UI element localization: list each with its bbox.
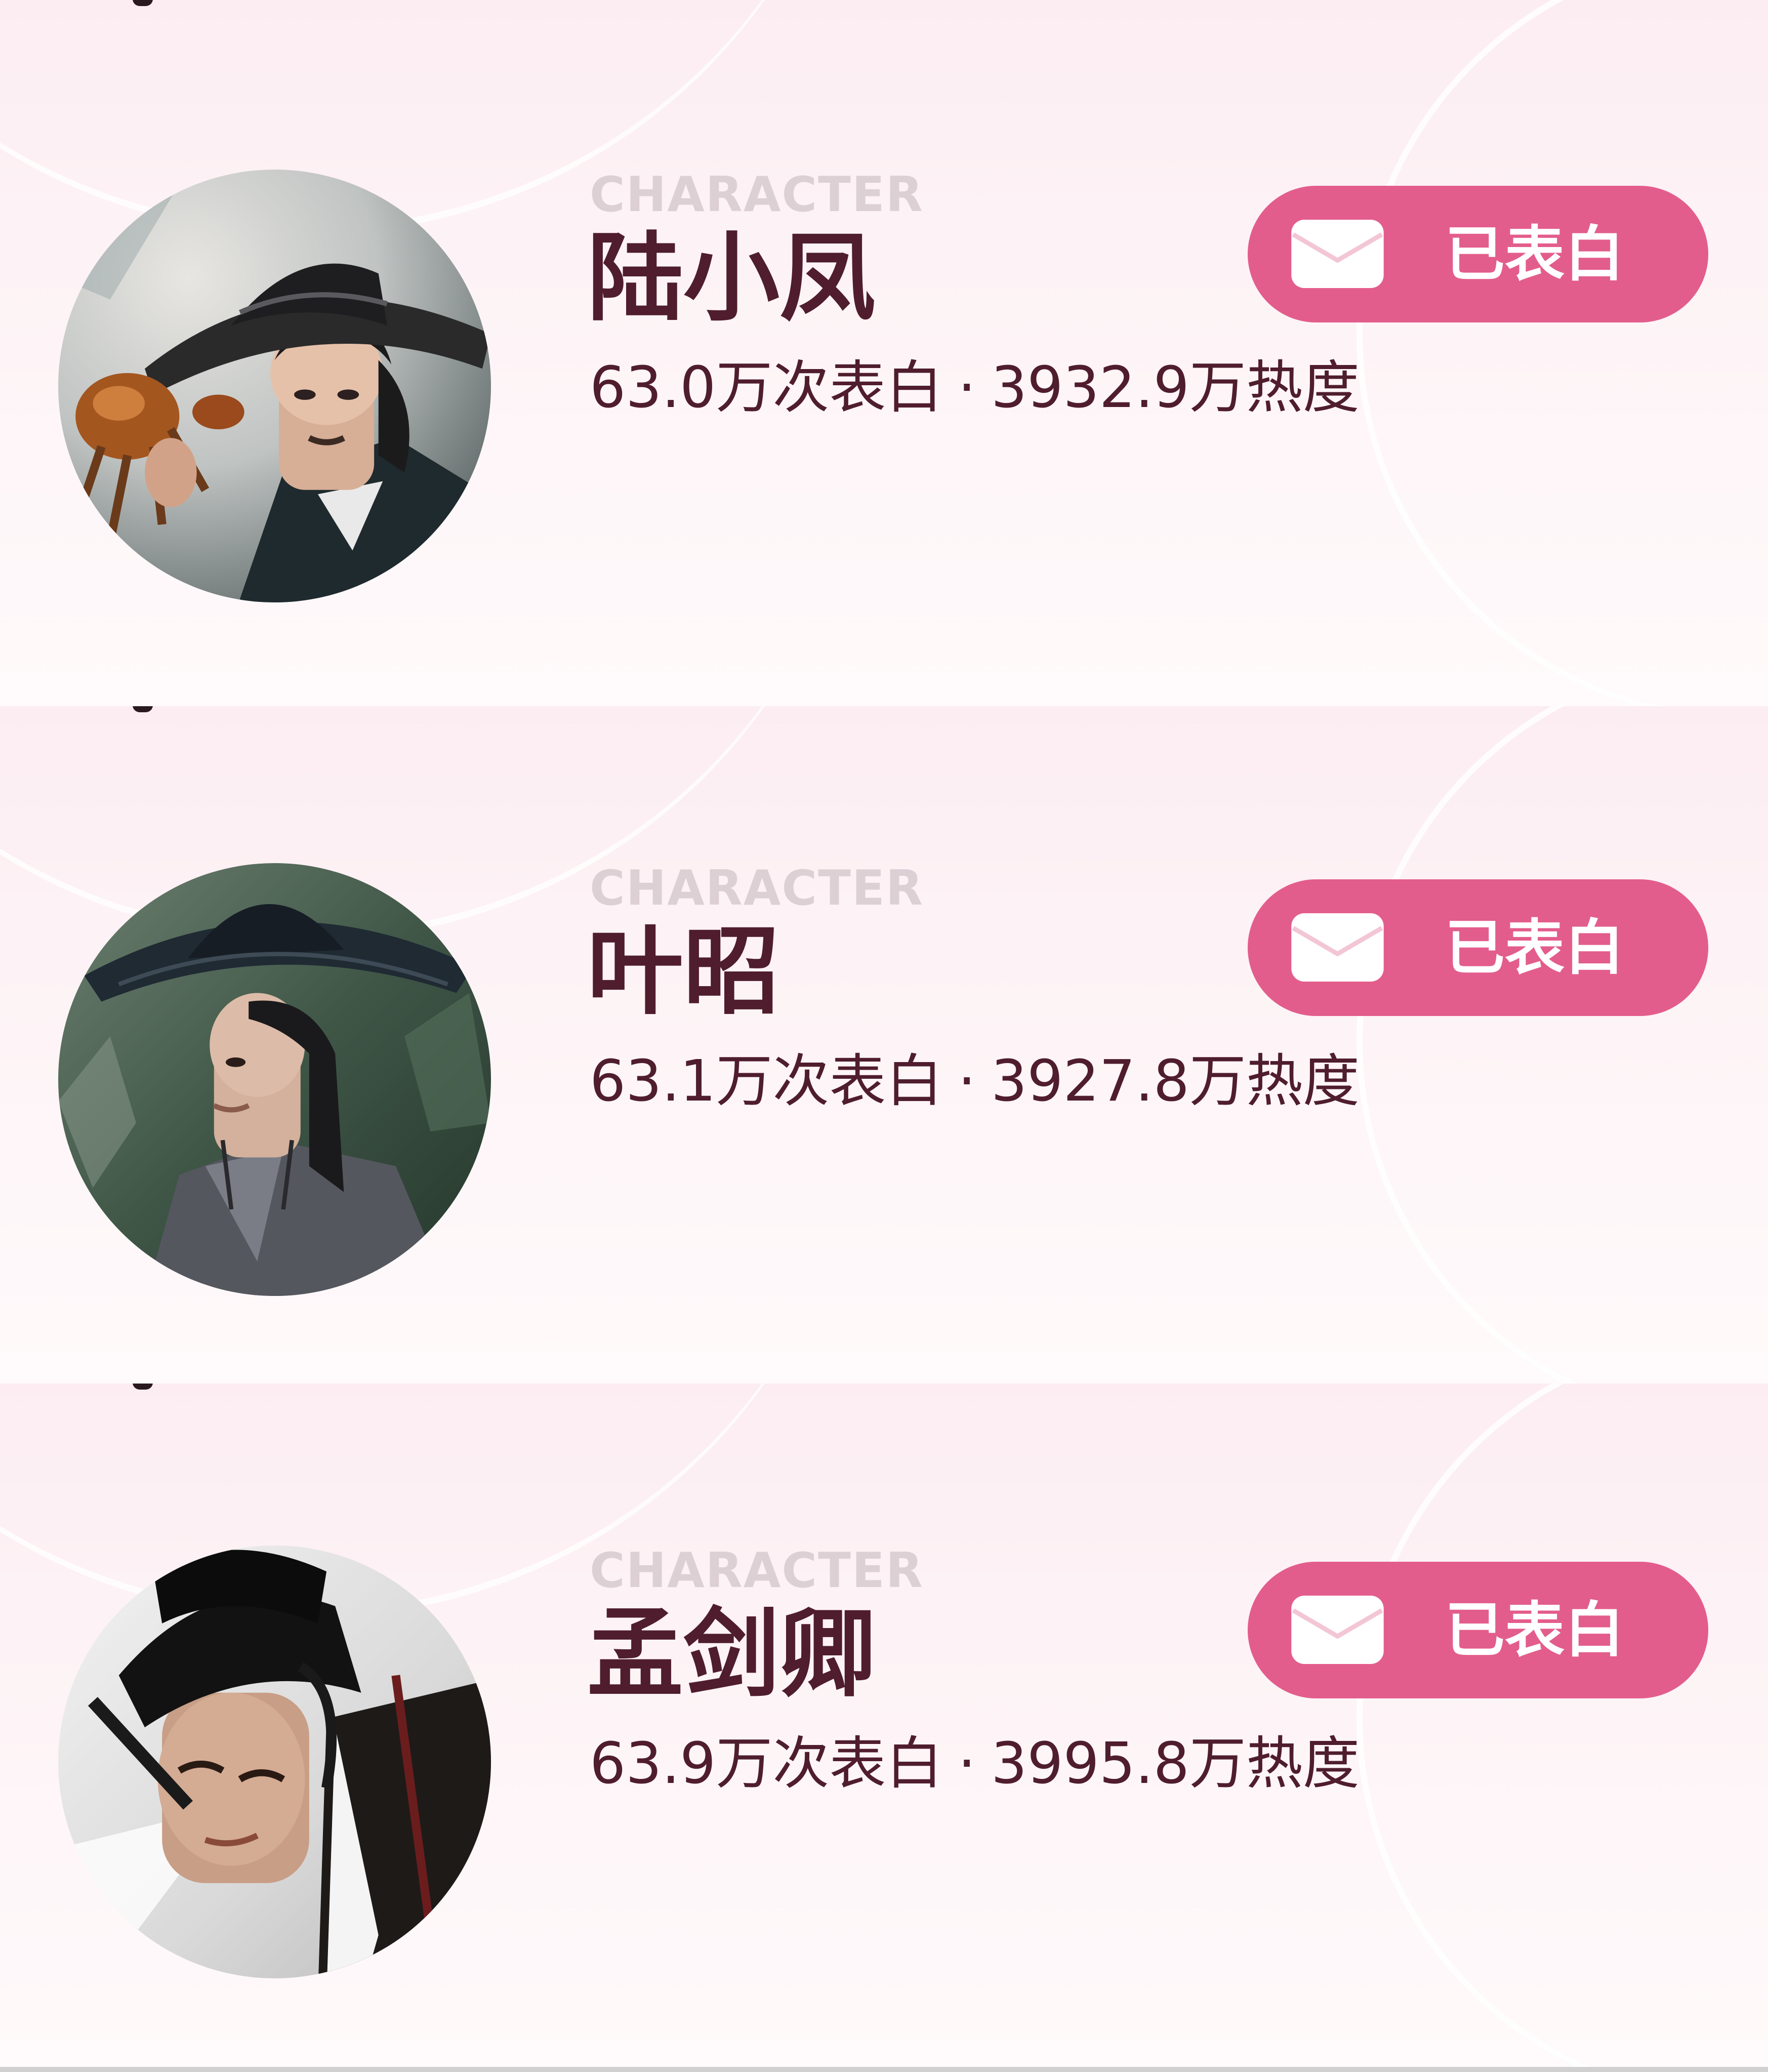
character-card: CHARACTER 孟剑卿 63.9万次表白 · 3995.8万热度 已表白	[0, 1384, 1768, 2072]
confessed-button-label: 已表白	[1445, 219, 1625, 289]
envelope-icon	[1291, 220, 1384, 288]
character-stats: 63.9万次表白 · 3995.8万热度	[590, 1735, 1360, 1792]
heat-count: 3927.8万热度	[991, 1048, 1360, 1114]
character-name: 叶昭	[587, 916, 780, 1028]
character-avatar[interactable]	[58, 1546, 491, 1978]
confession-count: 63.0万次表白	[590, 355, 943, 421]
confessed-button[interactable]: 已表白	[1248, 1562, 1708, 1698]
character-card: CHARACTER 陆小凤 63.0万次表白 · 3932.9万热度 已表白	[0, 0, 1768, 706]
confessed-button[interactable]: 已表白	[1248, 186, 1708, 322]
decorative-circle	[1356, 1384, 1768, 2072]
avatar-portrait-image	[58, 863, 491, 1296]
character-card: CHARACTER 叶昭 63.1万次表白 · 3927.8万热度 已表白	[0, 706, 1768, 1384]
heat-count: 3932.9万热度	[991, 355, 1360, 421]
stats-separator: ·	[958, 1048, 976, 1114]
decorative-circle	[1356, 706, 1768, 1384]
character-label: CHARACTER	[590, 167, 924, 223]
avatar-portrait-image	[58, 170, 491, 602]
stats-separator: ·	[958, 1731, 976, 1797]
character-label: CHARACTER	[590, 1543, 924, 1599]
avatar-portrait-image	[58, 1546, 491, 1978]
envelope-icon	[1291, 1596, 1384, 1664]
decorative-mark	[133, 0, 153, 6]
character-stats: 63.0万次表白 · 3932.9万热度	[590, 359, 1360, 416]
confessed-button-label: 已表白	[1445, 913, 1625, 983]
heat-count: 3995.8万热度	[991, 1731, 1360, 1797]
character-stats: 63.1万次表白 · 3927.8万热度	[590, 1053, 1360, 1110]
confessed-button-label: 已表白	[1445, 1595, 1625, 1665]
character-avatar[interactable]	[58, 170, 491, 602]
stats-separator: ·	[958, 355, 976, 421]
confession-count: 63.1万次表白	[590, 1048, 943, 1114]
confession-count: 63.9万次表白	[590, 1731, 943, 1797]
decorative-mark	[133, 1384, 153, 1390]
confessed-button[interactable]: 已表白	[1248, 879, 1708, 1016]
decorative-mark	[133, 706, 153, 712]
bottom-divider	[0, 2067, 1768, 2072]
character-name: 陆小凤	[587, 222, 876, 334]
envelope-icon	[1291, 913, 1384, 982]
character-name: 孟剑卿	[587, 1598, 876, 1710]
decorative-circle	[1356, 0, 1768, 706]
character-avatar[interactable]	[58, 863, 491, 1296]
character-label: CHARACTER	[590, 861, 924, 916]
